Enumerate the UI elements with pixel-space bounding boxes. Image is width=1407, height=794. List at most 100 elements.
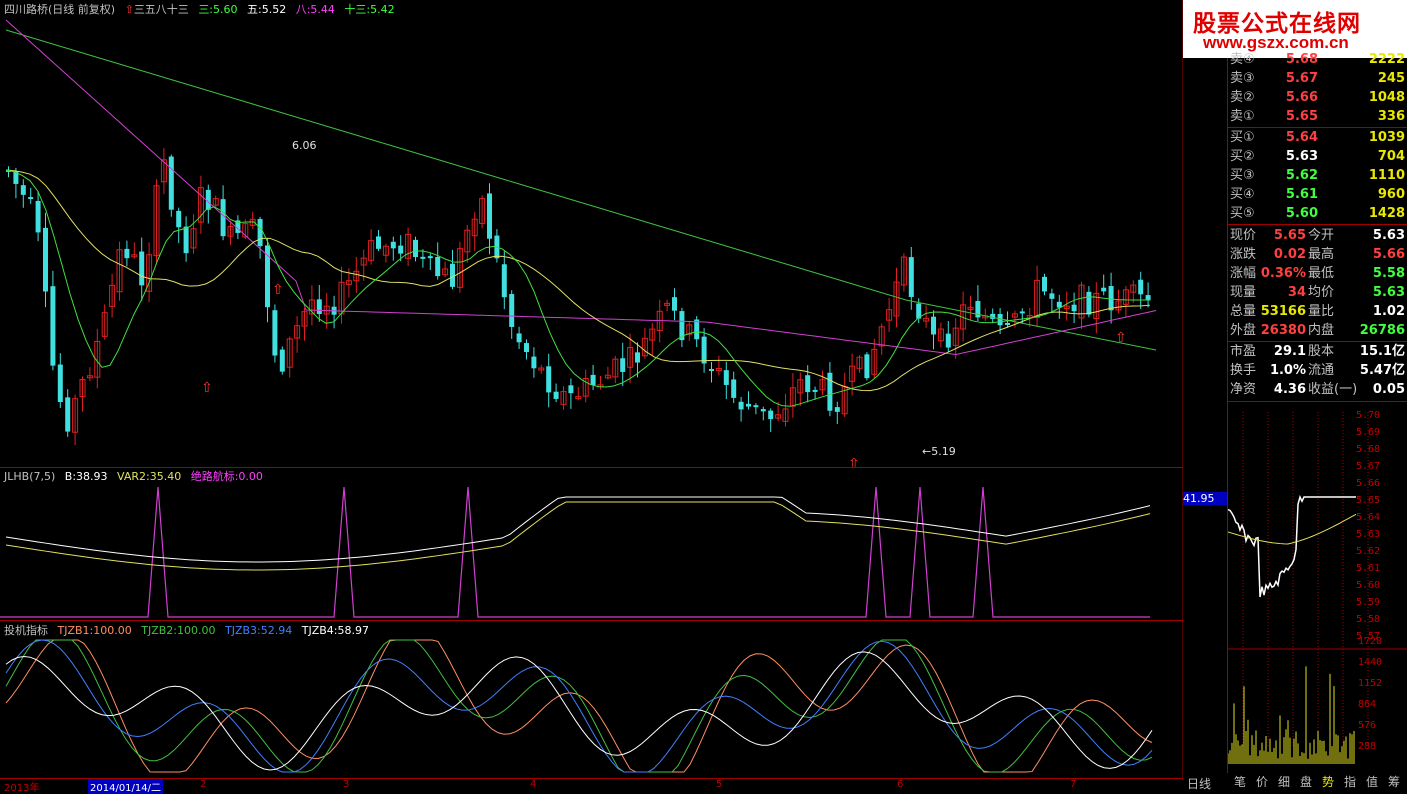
candle-body [864, 354, 870, 379]
tj-pane[interactable]: 100.080.0060.0040.0020.00 [0, 620, 1183, 779]
jlhb-chart[interactable]: 50.0040.0030.0020.0010.00 [0, 467, 1183, 620]
mini-price-tick: 5.65 [1356, 495, 1380, 506]
sell-row-2: 卖② 5.66 1048 [1230, 90, 1405, 105]
candle-body [812, 389, 818, 392]
candle-body [176, 210, 182, 228]
candle-body [50, 286, 56, 366]
mini-vol-tick: 1440 [1358, 657, 1382, 668]
candle-body [1049, 293, 1055, 299]
mini-price-tick: 5.59 [1356, 597, 1380, 608]
candle-body [316, 299, 322, 315]
candle-body [723, 370, 729, 385]
candle-body [1108, 286, 1114, 311]
mini-price-tick: 5.64 [1356, 512, 1380, 523]
fund-row: 换手 1.0% 流通 5.47亿 [1230, 363, 1405, 378]
candle-body [531, 356, 537, 369]
candle-body [805, 375, 811, 393]
stat-row: 现量 34 均价 5.63 [1230, 285, 1405, 300]
candle-body [501, 264, 507, 298]
candle-body [709, 368, 714, 371]
stat-row: 外盘 26380 内盘 26786 [1230, 323, 1405, 338]
candle-body [1042, 276, 1047, 292]
intraday-svg[interactable]: 5.70 5.69 5.68 5.67 5.66 5.65 5.64 5.63 5.62 5.61… [1228, 402, 1407, 773]
candle-body [553, 391, 559, 399]
tab-zhi[interactable]: 指 [1340, 774, 1360, 790]
candle-body [65, 397, 71, 432]
jlhb-pane[interactable]: 50.0040.0030.0020.0010.00 41.95 [0, 467, 1227, 621]
tab-xi[interactable]: 细 [1274, 774, 1294, 790]
mini-vol-tick: 288 [1358, 741, 1376, 752]
candle-body [672, 297, 677, 311]
stat-row: 现价 5.65 今开 5.63 [1230, 228, 1405, 243]
candle-body [420, 256, 426, 259]
tab-jia[interactable]: 价 [1252, 774, 1272, 790]
candle-body [546, 366, 552, 393]
candle-body [1005, 322, 1010, 325]
main-chart-pane[interactable]: 6.206.106.005.905.805.705.605.505.405.30… [0, 0, 1183, 468]
tab-shi[interactable]: 势 [1318, 774, 1338, 790]
candle-body [413, 239, 418, 258]
period-tab[interactable]: 日线 [1187, 775, 1211, 792]
intraday-chart[interactable]: 5.70 5.69 5.68 5.67 5.66 5.65 5.64 5.63 5.62 5.61… [1228, 402, 1407, 773]
stat-row: 总量 53166 量比 1.02 [1230, 304, 1405, 319]
candle-body [1138, 279, 1144, 295]
tab-zhi2[interactable]: 值 [1362, 774, 1382, 790]
candlestick-chart[interactable]: 6.206.106.005.905.805.705.605.505.405.30… [0, 0, 1183, 467]
mini-price-tick: 5.69 [1356, 427, 1380, 438]
candle-body [590, 374, 596, 386]
separator [1228, 224, 1407, 225]
jlhb-cursor-value: 41.95 [1183, 492, 1227, 505]
buy-arrow-icon: ⇧ [201, 380, 213, 396]
candle-body [390, 241, 396, 249]
candle-body [450, 263, 455, 287]
buy-row-3: 买③ 5.62 1110 [1230, 168, 1405, 183]
candle-body [398, 245, 404, 254]
candle-body [760, 409, 766, 412]
x-month-6: 6 [897, 779, 904, 790]
mini-vol-tick: 1152 [1358, 678, 1382, 689]
mini-price-tick: 5.67 [1356, 461, 1380, 472]
low-label: ←5.19 [922, 445, 956, 458]
candle-body [1019, 311, 1025, 314]
candle-body [635, 352, 640, 363]
buy-row-5: 买⑤ 5.60 1428 [1230, 206, 1405, 221]
tj-chart[interactable]: 100.080.0060.0040.0020.00 [0, 620, 1183, 778]
tab-pan[interactable]: 盘 [1296, 774, 1316, 790]
candle-body [279, 349, 285, 372]
mini-price-tick: 5.66 [1356, 478, 1380, 489]
mini-vol-tick: 1728 [1358, 636, 1382, 647]
mini-price-tick: 5.58 [1356, 614, 1380, 625]
candle-body [568, 385, 574, 394]
buy-arrow-icon: ⇧ [1115, 330, 1127, 346]
candle-body [945, 333, 951, 348]
mini-vol-tick: 576 [1358, 720, 1376, 731]
stat-row: 涨跌 0.02 最高 5.66 [1230, 247, 1405, 262]
mini-price-tick: 5.60 [1356, 580, 1380, 591]
candle-body [931, 316, 936, 335]
buy-row-2: 买② 5.63 704 [1230, 149, 1405, 164]
tab-bi[interactable]: 笔 [1230, 774, 1250, 790]
candle-body [28, 197, 34, 200]
candle-body [1101, 287, 1107, 292]
candle-body [746, 403, 751, 407]
x-month-5: 5 [716, 779, 723, 790]
candle-body [168, 156, 174, 210]
x-month-4: 4 [530, 779, 537, 790]
buy-arrow-icon: ⇧ [848, 456, 860, 467]
mini-price-tick: 5.61 [1356, 563, 1380, 574]
candle-body [35, 200, 41, 233]
candle-body [738, 401, 744, 410]
fund-row: 市盈 29.1 股本 15.1亿 [1230, 344, 1405, 359]
x-month-2: 2 [200, 779, 207, 790]
right-tabs: 笔 价 细 盘 势 指 值 筹 [1228, 773, 1407, 791]
tab-chou[interactable]: 筹 [1384, 774, 1404, 790]
sell-row-4: 卖④ 5.68 2222 [1230, 52, 1405, 67]
candle-body [376, 236, 381, 249]
buy-row-4: 买④ 5.61 960 [1230, 187, 1405, 202]
candle-body [257, 219, 263, 247]
candle-body [509, 294, 515, 327]
candle-body [427, 256, 433, 259]
candle-body [272, 310, 278, 356]
mini-price-tick: 5.62 [1356, 546, 1380, 557]
candle-body [834, 407, 840, 412]
